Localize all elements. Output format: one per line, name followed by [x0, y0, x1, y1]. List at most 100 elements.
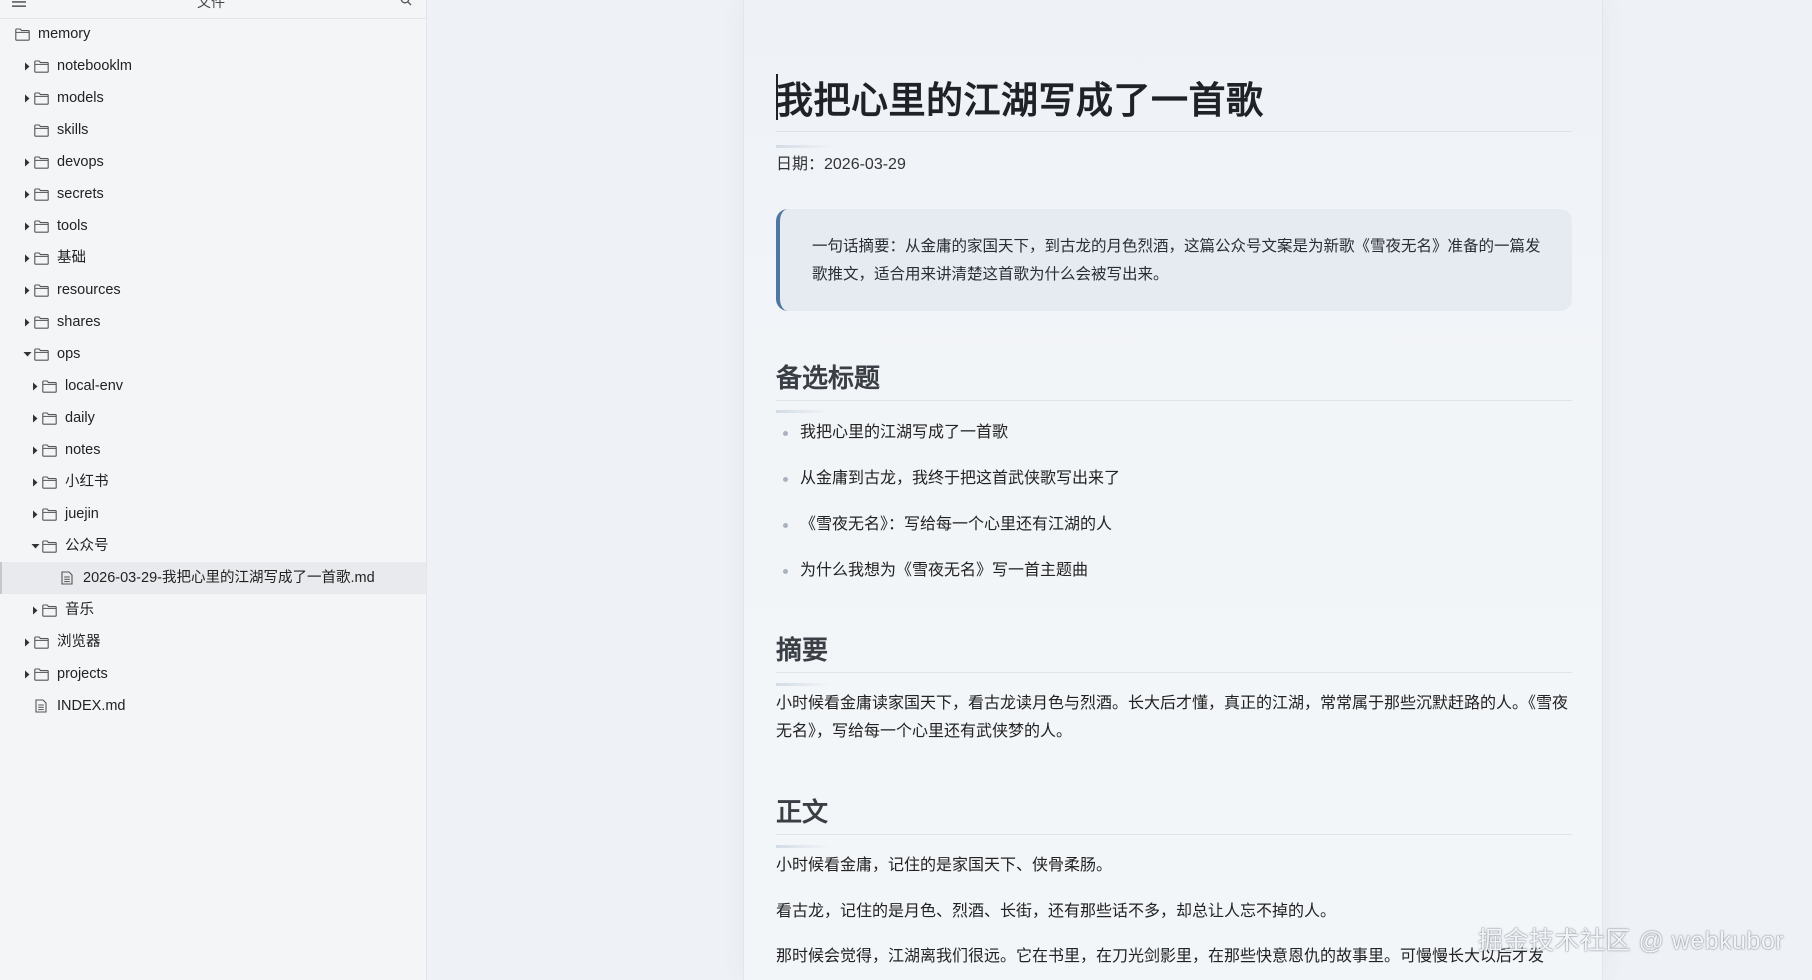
chevron-right-icon[interactable] [22, 157, 32, 167]
folder-tree-item[interactable]: models [0, 82, 426, 114]
tree-item-label: 公众号 [65, 538, 109, 554]
folder-icon [33, 347, 49, 361]
folder-icon [33, 251, 49, 265]
list-item[interactable]: 《雪夜无名》：写给每一个心里还有江湖的人 [776, 510, 1572, 556]
folder-icon [33, 635, 49, 649]
folder-icon [33, 667, 49, 681]
folder-icon [41, 475, 57, 489]
title-accent-bar [776, 145, 830, 148]
folder-tree-item[interactable]: projects [0, 658, 426, 690]
folder-tree-item[interactable]: shares [0, 306, 426, 338]
heading-divider [776, 400, 1572, 401]
heading-summary[interactable]: 摘要 [776, 630, 828, 667]
list-item[interactable]: 为什么我想为《雪夜无名》写一首主题曲 [776, 556, 1572, 602]
folder-tree-item[interactable]: 公众号 [0, 530, 426, 562]
chevron-right-icon[interactable] [30, 477, 40, 487]
heading-alt-titles[interactable]: 备选标题 [776, 358, 880, 395]
tree-item-label: notes [65, 442, 101, 458]
chevron-right-icon[interactable] [22, 93, 32, 103]
caret-spacer [22, 125, 32, 135]
file-icon [59, 571, 75, 585]
folder-icon [14, 27, 30, 41]
folder-tree-item[interactable]: notes [0, 434, 426, 466]
folder-tree-item[interactable]: 浏览器 [0, 626, 426, 658]
chevron-right-icon[interactable] [22, 285, 32, 295]
folder-icon [33, 59, 49, 73]
chevron-down-icon[interactable] [30, 541, 40, 551]
body-paragraph[interactable]: 那时候会觉得，江湖离我们很远。它在书里，在刀光剑影里，在那些快意恩仇的故事里。可… [776, 943, 1572, 971]
menu-icon[interactable] [12, 0, 26, 7]
body-paragraph[interactable]: 看古龙，记住的是月色、烈酒、长街，还有那些话不多，却总让人忘不掉的人。 [776, 898, 1572, 926]
document-title[interactable]: 我把心里的江湖写成了一首歌 [776, 70, 1264, 124]
markdown-editor[interactable]: 我把心里的江湖写成了一首歌 日期：2026-03-29 一句话摘要：从金庸的家国… [743, 0, 1603, 980]
tree-item-label: 浏览器 [57, 634, 101, 650]
chevron-right-icon[interactable] [22, 637, 32, 647]
chevron-right-icon[interactable] [22, 317, 32, 327]
folder-icon [41, 603, 57, 617]
heading-accent-bar [776, 410, 830, 413]
folder-tree-item[interactable]: 基础 [0, 242, 426, 274]
tree-item-label: 小红书 [65, 474, 109, 490]
folder-tree-item[interactable]: local-env [0, 370, 426, 402]
body-paragraph[interactable]: 小时候看金庸，记住的是家国天下、侠骨柔肠。 [776, 852, 1572, 880]
tree-item-label: daily [65, 410, 95, 426]
tree-item-label: projects [57, 666, 108, 682]
folder-tree-item[interactable]: devops [0, 146, 426, 178]
heading-divider [776, 834, 1572, 835]
heading-accent-bar [776, 683, 830, 686]
chevron-right-icon[interactable] [30, 605, 40, 615]
chevron-right-icon[interactable] [30, 509, 40, 519]
folder-tree-item[interactable]: daily [0, 402, 426, 434]
summary-quote-text: 一句话摘要：从金庸的家国天下，到古龙的月色烈酒，这篇公众号文案是为新歌《雪夜无名… [812, 238, 1541, 283]
tree-item-label: resources [57, 282, 121, 298]
folder-tree-item[interactable]: resources [0, 274, 426, 306]
tree-item-label: notebooklm [57, 58, 132, 74]
folder-tree-item[interactable]: juejin [0, 498, 426, 530]
chevron-right-icon[interactable] [30, 445, 40, 455]
folder-icon [33, 123, 49, 137]
tree-item-label: ops [57, 346, 81, 362]
chevron-right-icon[interactable] [22, 189, 32, 199]
sidebar-header: 文件 [0, 0, 426, 19]
heading-body[interactable]: 正文 [776, 792, 828, 829]
summary-blockquote[interactable]: 一句话摘要：从金庸的家国天下，到古龙的月色烈酒，这篇公众号文案是为新歌《雪夜无名… [776, 209, 1572, 311]
tree-item-label: secrets [57, 186, 104, 202]
chevron-right-icon[interactable] [22, 221, 32, 231]
tree-item-label: devops [57, 154, 104, 170]
folder-tree-item[interactable]: secrets [0, 178, 426, 210]
title-divider [776, 131, 1572, 132]
folder-icon [41, 507, 57, 521]
tree-item-label: shares [57, 314, 101, 330]
folder-tree-item[interactable]: 音乐 [0, 594, 426, 626]
folder-icon [33, 283, 49, 297]
folder-tree-item[interactable]: memory [0, 18, 426, 50]
chevron-right-icon[interactable] [22, 253, 32, 263]
folder-tree-item[interactable]: skills [0, 114, 426, 146]
search-icon[interactable] [400, 0, 412, 6]
file-icon [33, 699, 49, 713]
folder-tree-item[interactable]: 小红书 [0, 466, 426, 498]
watermark: 掘金技术社区 @ webkubor [1478, 927, 1785, 955]
folder-tree-item[interactable]: tools [0, 210, 426, 242]
folder-icon [33, 187, 49, 201]
chevron-right-icon[interactable] [30, 413, 40, 423]
chevron-right-icon[interactable] [30, 381, 40, 391]
caret-spacer [48, 573, 58, 583]
sidebar-title: 文件 [197, 0, 225, 10]
document-date[interactable]: 日期：2026-03-29 [776, 150, 906, 174]
folder-icon [41, 379, 57, 393]
heading-divider [776, 672, 1572, 673]
folder-tree-item[interactable]: notebooklm [0, 50, 426, 82]
chevron-right-icon[interactable] [22, 61, 32, 71]
tree-item-label: juejin [65, 506, 99, 522]
file-tree-item[interactable]: 2026-03-29-我把心里的江湖写成了一首歌.md [0, 562, 426, 594]
list-item[interactable]: 我把心里的江湖写成了一首歌 [776, 418, 1572, 464]
folder-icon [41, 539, 57, 553]
summary-paragraph[interactable]: 小时候看金庸读家国天下，看古龙读月色与烈酒。长大后才懂，真正的江湖，常常属于那些… [776, 690, 1572, 746]
folder-tree-item[interactable]: ops [0, 338, 426, 370]
chevron-down-icon[interactable] [22, 349, 32, 359]
list-item[interactable]: 从金庸到古龙，我终于把这首武侠歌写出来了 [776, 464, 1572, 510]
file-tree-item[interactable]: INDEX.md [0, 690, 426, 722]
folder-icon [33, 219, 49, 233]
chevron-right-icon[interactable] [22, 669, 32, 679]
